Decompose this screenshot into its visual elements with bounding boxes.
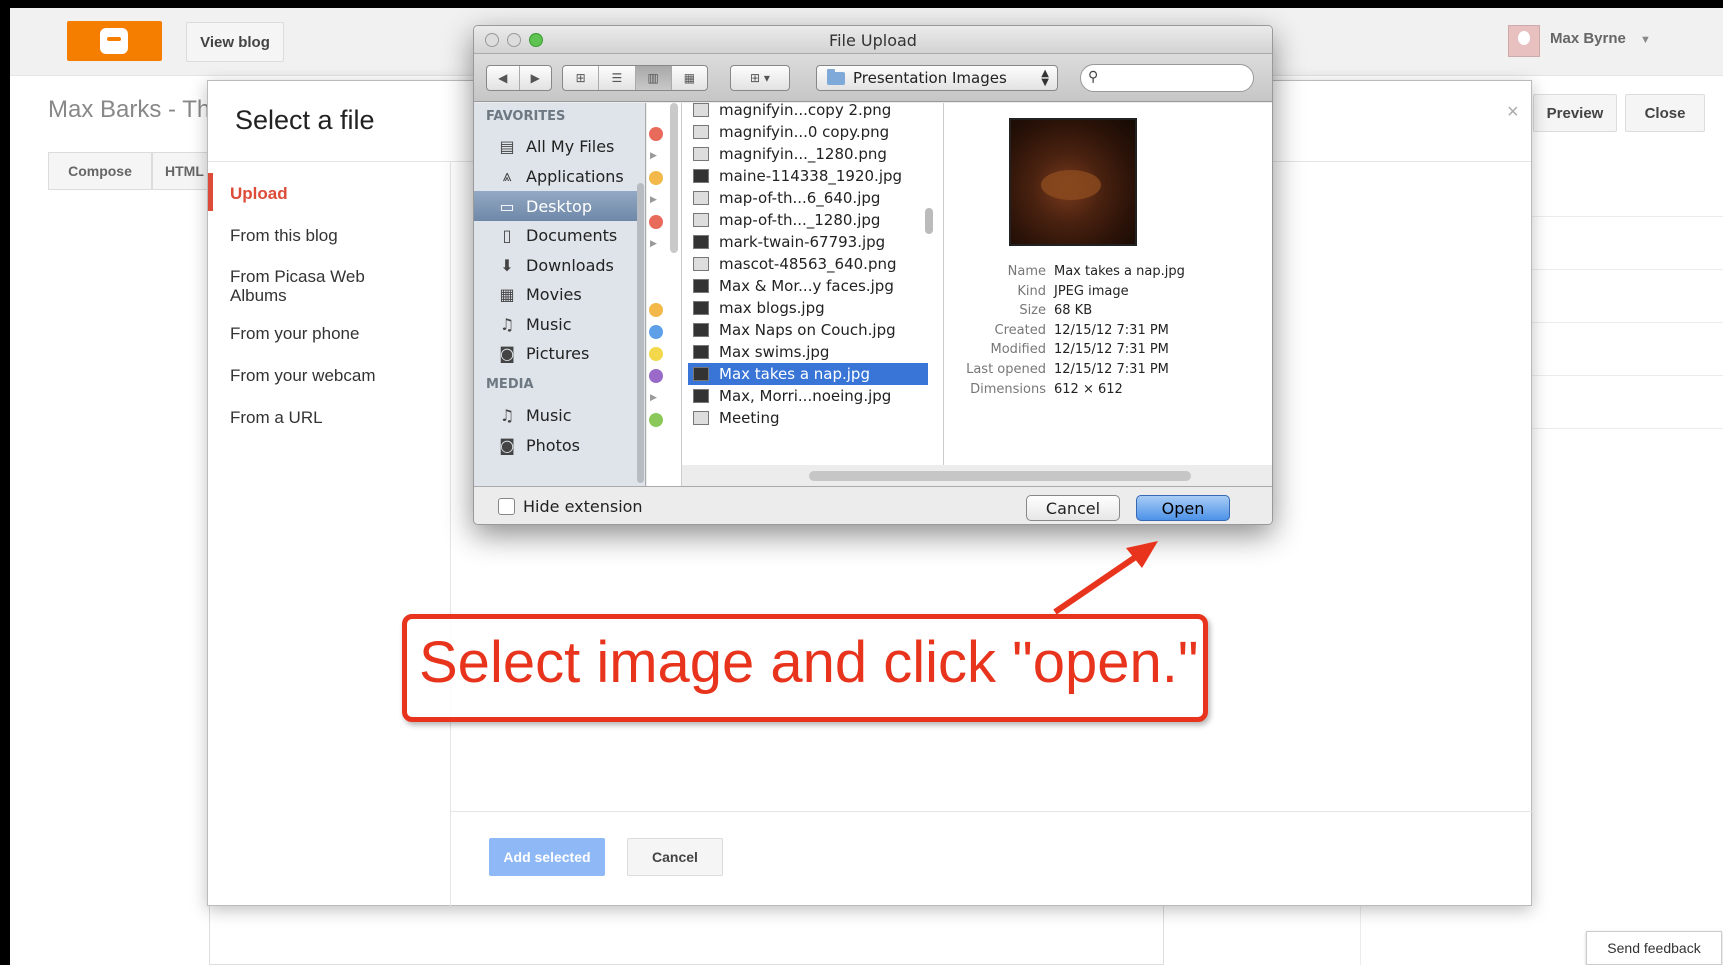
send-feedback-button[interactable]: Send feedback [1586, 931, 1722, 965]
screen: View blog Max Byrne ▼ Max Barks - Th Com… [10, 8, 1723, 965]
arrow-head [1126, 541, 1158, 568]
annotation-text: Select image and click "open." [419, 630, 1199, 695]
annotation-callout: Select image and click "open." [402, 614, 1208, 722]
arrow-shaft [1053, 551, 1142, 615]
annotation-arrow [1053, 541, 1158, 615]
